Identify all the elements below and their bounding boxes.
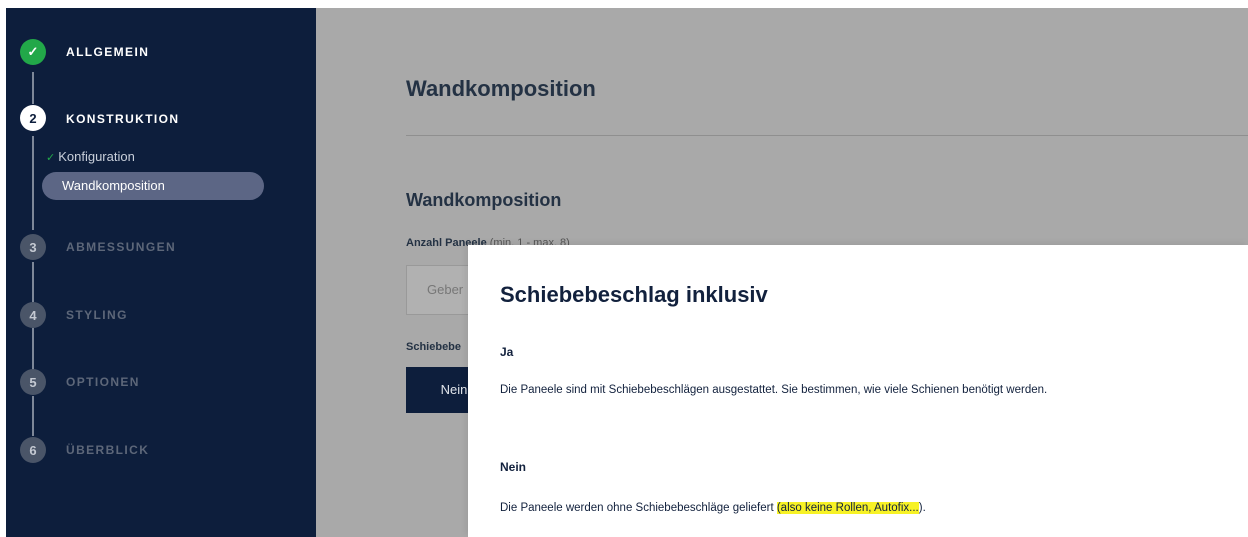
- check-icon: ✓: [46, 152, 56, 164]
- step-connector: [32, 328, 34, 370]
- sub-item-label: Konfiguration: [58, 149, 135, 164]
- option-nein-title: Nein: [500, 460, 527, 474]
- option-ja-description: Die Paneele sind mit Schiebebeschlägen a…: [500, 384, 1048, 396]
- option-ja-title: Ja: [500, 345, 514, 359]
- step-number: 6: [20, 437, 46, 463]
- highlighted-text: (also keine Rollen, Autofix...: [776, 502, 919, 514]
- section-title: Wandkomposition: [406, 190, 562, 210]
- step-connector: [32, 396, 34, 436]
- option-nein-description: Die Paneele werden ohne Schiebebeschläge…: [500, 502, 926, 514]
- sub-item-wandkomposition[interactable]: Wandkomposition: [42, 172, 264, 200]
- option-nein-text-end: ).: [918, 502, 926, 514]
- sub-item-konfiguration[interactable]: ✓ Konfiguration: [46, 149, 135, 164]
- popup-title: Schiebebeschlag inklusiv: [500, 282, 768, 307]
- step-connector: [32, 72, 34, 104]
- step-connector: [32, 136, 34, 230]
- step-label: ALLGEMEIN: [66, 45, 150, 59]
- step-label: KONSTRUKTION: [66, 112, 180, 126]
- app-root: ✓ ALLGEMEIN 2 KONSTRUKTION ✓ Konfiguratio…: [0, 0, 1248, 537]
- check-icon: ✓: [20, 39, 46, 65]
- step-connector: [32, 262, 34, 302]
- step-number: 2: [20, 105, 46, 131]
- info-popup: Schiebebeschlag inklusiv Ja Die Paneele …: [468, 245, 1248, 537]
- page-title: Wandkomposition: [406, 76, 596, 101]
- step-number: 5: [20, 369, 46, 395]
- nein-button[interactable]: Nein: [406, 367, 476, 413]
- step-number: 3: [20, 234, 46, 260]
- step-label: ABMESSUNGEN: [66, 240, 177, 254]
- step-number: 4: [20, 302, 46, 328]
- sidebar-stepper: ✓ ALLGEMEIN 2 KONSTRUKTION ✓ Konfiguratio…: [6, 8, 316, 537]
- option-nein-text: Die Paneele werden ohne Schiebebeschläge…: [500, 502, 777, 514]
- step-label: ÜBERBLICK: [66, 443, 150, 457]
- sliding-hardware-label: Schiebebe: [406, 341, 462, 353]
- step-label: STYLING: [66, 308, 128, 322]
- step-label: OPTIONEN: [66, 375, 140, 389]
- divider: [406, 135, 1248, 136]
